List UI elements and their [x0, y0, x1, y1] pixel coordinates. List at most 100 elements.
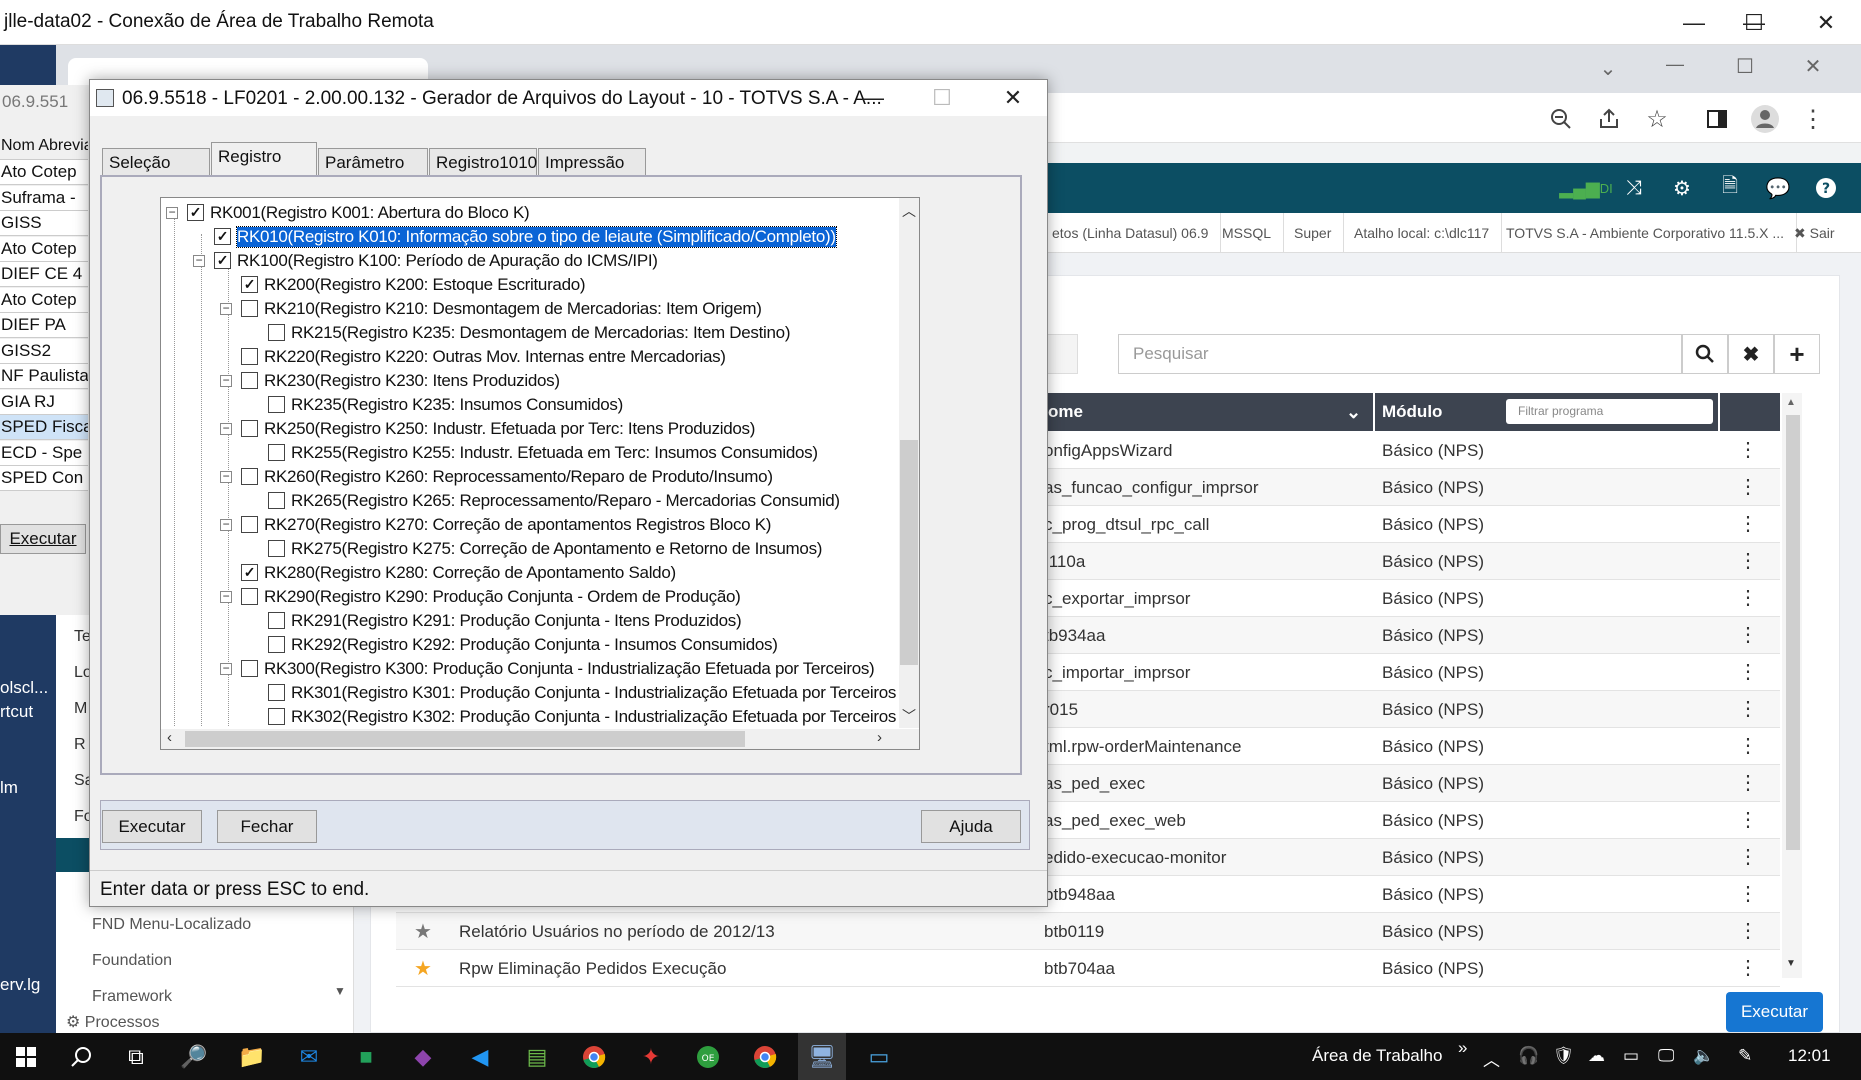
tree-scroll-down-icon[interactable]: ﹀: [902, 706, 916, 726]
table-scrollbar-thumb[interactable]: [1786, 415, 1800, 850]
background-list-item[interactable]: Ato Cotep: [0, 287, 88, 313]
tree-node-label[interactable]: RK010(Registro K010: Informação sobre o …: [236, 226, 837, 248]
tree-collapse-toggle-icon[interactable]: −: [220, 590, 232, 603]
row-menu-icon[interactable]: ⋮: [1738, 659, 1758, 684]
search-button[interactable]: [1682, 334, 1728, 374]
column-header-module[interactable]: Módulo: [1382, 393, 1442, 431]
table-row[interactable]: ★ Rpw Eliminação Pedidos Execução btb704aa…: [396, 950, 1780, 987]
tree-collapse-toggle-icon[interactable]: −: [220, 662, 232, 675]
tree-collapse-toggle-icon[interactable]: −: [220, 470, 232, 483]
tree-node-label[interactable]: RK250(Registro K250: Industr. Efetuada p…: [264, 419, 755, 439]
tree-checkbox[interactable]: [241, 420, 258, 437]
tree-collapse-toggle-icon[interactable]: −: [220, 302, 232, 315]
tree-node-label[interactable]: RK300(Registro K300: Produção Conjunta -…: [264, 659, 875, 679]
execute-button[interactable]: Executar: [1726, 992, 1823, 1032]
tree-collapse-toggle-icon[interactable]: −: [193, 254, 205, 267]
chat-app-icon[interactable]: ■: [342, 1033, 390, 1080]
row-menu-icon[interactable]: ⋮: [1738, 622, 1758, 647]
rdp-maximize-button[interactable]: ☐: [1724, 0, 1784, 45]
tree-collapse-toggle-icon[interactable]: −: [220, 422, 232, 435]
background-list-item[interactable]: SPED Con: [0, 466, 88, 491]
tree-node-label[interactable]: RK290(Registro K290: Produção Conjunta -…: [264, 587, 741, 607]
row-menu-icon[interactable]: ⋮: [1738, 881, 1758, 906]
tree-vertical-scrollbar-thumb[interactable]: [900, 440, 918, 665]
background-list-item[interactable]: GISS2: [0, 338, 88, 364]
row-menu-icon[interactable]: ⋮: [1738, 437, 1758, 462]
tree-scroll-left-icon[interactable]: ‹: [167, 729, 172, 746]
show-hidden-icons-icon[interactable]: ︿: [1483, 1046, 1500, 1071]
desktop-toolbar-label[interactable]: Área de Trabalho: [1312, 1046, 1442, 1066]
clock[interactable]: 12:01: [1788, 1046, 1831, 1066]
search-app-icon[interactable]: 🔎: [170, 1033, 218, 1080]
tree-node-label[interactable]: RK001(Registro K001: Abertura do Bloco K…: [210, 203, 530, 223]
sidebar-scroll-down-icon[interactable]: ▼: [334, 984, 346, 998]
tree-node-label[interactable]: RK215(Registro K235: Desmontagem de Merc…: [291, 323, 790, 343]
exit-link[interactable]: ✖ Sair: [1782, 213, 1847, 253]
desktop-icon-label[interactable]: rtcut: [0, 702, 33, 722]
search-icon[interactable]: [57, 1033, 105, 1080]
antivirus-icon[interactable]: ✦: [627, 1033, 675, 1080]
column-header-name[interactable]: ome: [1048, 393, 1083, 431]
mail-icon[interactable]: ✉: [285, 1033, 333, 1080]
tree-checkbox[interactable]: [241, 516, 258, 533]
tree-checkbox[interactable]: ✓: [241, 564, 258, 581]
tab-parametro[interactable]: Parâmetro: [318, 148, 428, 176]
tree-node-label[interactable]: RK100(Registro K100: Período de Apuração…: [237, 251, 658, 271]
tree-checkbox[interactable]: ✓: [187, 204, 204, 221]
browser-maximize-button[interactable]: ☐: [1725, 54, 1765, 84]
background-list-item[interactable]: GISS: [0, 211, 88, 236]
tree-checkbox[interactable]: [268, 492, 285, 509]
browser-minimize-button[interactable]: —: [1655, 54, 1695, 84]
background-list-item[interactable]: GIA RJ: [0, 389, 88, 415]
help-button[interactable]: Ajuda: [921, 810, 1021, 843]
scroll-down-icon[interactable]: ▼: [1786, 958, 1796, 969]
tree-checkbox[interactable]: [268, 324, 285, 341]
side-panel-icon[interactable]: [1697, 100, 1737, 138]
tree-scroll-right-icon[interactable]: ›: [877, 729, 882, 746]
tree-node-label[interactable]: RK270(Registro K270: Correção de apontam…: [264, 515, 771, 535]
background-list-item[interactable]: Ato Cotep: [0, 236, 88, 262]
tree-node-label[interactable]: RK230(Registro K230: Itens Produzidos): [264, 371, 560, 391]
volume-icon[interactable]: 🔈: [1693, 1046, 1714, 1066]
visual-studio-icon[interactable]: ◆: [399, 1033, 447, 1080]
favorite-star-icon[interactable]: ★: [414, 919, 432, 944]
gear-icon[interactable]: ⚙: [1658, 163, 1706, 213]
tab-search-chevron-icon[interactable]: ⌄: [1588, 56, 1628, 86]
tree-checkbox[interactable]: [241, 372, 258, 389]
chat-icon[interactable]: 💬: [1754, 163, 1802, 213]
tree-checkbox[interactable]: [241, 660, 258, 677]
tree-checkbox[interactable]: [268, 708, 285, 725]
background-list-item[interactable]: NF Paulista: [0, 364, 88, 389]
cloud-icon[interactable]: ☁: [1588, 1046, 1605, 1066]
close-button[interactable]: Fechar: [217, 810, 317, 843]
background-list-item[interactable]: Suframa -: [0, 185, 88, 211]
row-menu-icon[interactable]: ⋮: [1738, 548, 1758, 573]
tree-collapse-toggle-icon[interactable]: −: [220, 374, 232, 387]
tree-checkbox[interactable]: [241, 348, 258, 365]
menu-icon[interactable]: ⋮: [1793, 100, 1833, 138]
scroll-up-icon[interactable]: ▲: [1786, 397, 1796, 408]
row-menu-icon[interactable]: ⋮: [1738, 844, 1758, 869]
row-menu-icon[interactable]: ⋮: [1738, 770, 1758, 795]
zoom-out-icon[interactable]: [1541, 100, 1581, 138]
browser-close-button[interactable]: ✕: [1793, 54, 1833, 84]
battery-icon[interactable]: ▭: [1623, 1046, 1639, 1066]
tree-checkbox[interactable]: [241, 300, 258, 317]
oe-app-icon[interactable]: OE: [684, 1033, 732, 1080]
profile-icon[interactable]: [1745, 100, 1785, 138]
tree-node-label[interactable]: RK200(Registro K200: Estoque Escriturado…: [264, 275, 586, 295]
tree-checkbox[interactable]: [268, 444, 285, 461]
tab-registro1010[interactable]: Registro1010: [429, 148, 537, 176]
tree-collapse-toggle-icon[interactable]: −: [220, 518, 232, 531]
start-icon[interactable]: [2, 1033, 50, 1080]
row-menu-icon[interactable]: ⋮: [1738, 511, 1758, 536]
tab-registro[interactable]: Registro: [211, 142, 317, 176]
tree-checkbox[interactable]: ✓: [214, 228, 231, 245]
sort-chevron-icon[interactable]: ⌄: [1346, 393, 1361, 431]
app-icon[interactable]: ▭: [855, 1033, 903, 1080]
tree-node-label[interactable]: RK301(Registro K301: Produção Conjunta -…: [291, 683, 896, 703]
sidebar-item-foundation[interactable]: Foundation: [92, 952, 172, 970]
background-list-item[interactable]: SPED Fisca: [0, 415, 88, 440]
background-list-header[interactable]: Nom Abrevia: [0, 135, 88, 160]
rdp-minimize-button[interactable]: —: [1664, 0, 1724, 45]
